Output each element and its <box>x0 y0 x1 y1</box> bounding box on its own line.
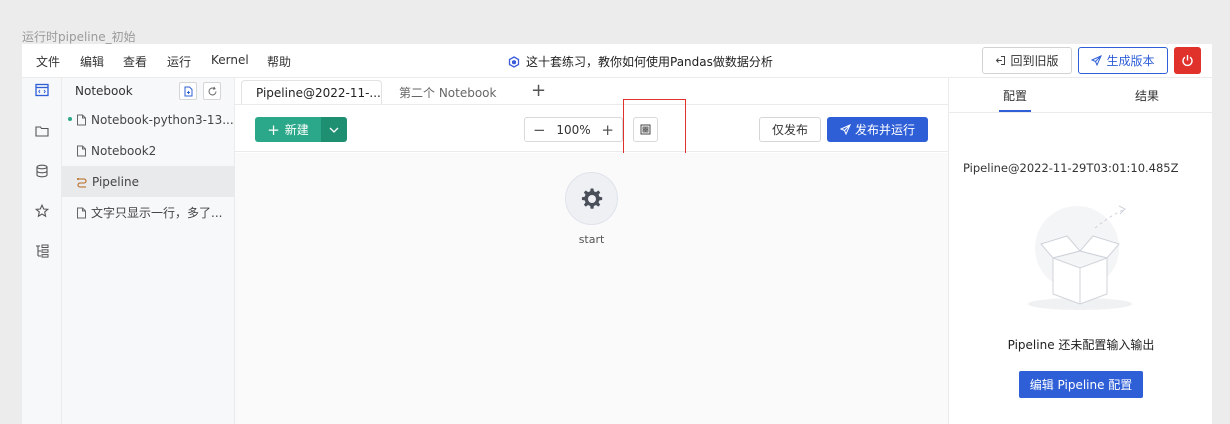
tab-second-notebook[interactable]: 第二个 Notebook <box>385 80 525 104</box>
project-title-text: 这十套练习，教你如何使用Pandas做数据分析 <box>526 55 773 69</box>
empty-box-illustration <box>1028 205 1132 310</box>
notebook-view-icon[interactable] <box>34 82 50 98</box>
file-panel: Notebook Notebook-python3-13... Notebook… <box>62 78 235 424</box>
file-item-label: 文字只显示一行，多了... <box>91 206 223 220</box>
new-file-icon <box>184 86 192 96</box>
file-item-label: Notebook2 <box>91 143 157 158</box>
refresh-button[interactable] <box>203 82 221 100</box>
file-panel-title: Notebook <box>75 84 133 98</box>
send-icon <box>1091 55 1103 66</box>
publish-and-run-label: 发布并运行 <box>854 123 915 137</box>
add-tab-button[interactable]: + <box>531 81 546 101</box>
tab-result[interactable]: 结果 <box>1081 78 1213 112</box>
refresh-icon <box>208 86 216 95</box>
tree-list-icon[interactable] <box>34 243 50 259</box>
pipeline-icon <box>77 177 87 188</box>
new-dropdown-button[interactable] <box>321 117 347 142</box>
new-button-label: 新建 <box>284 123 309 137</box>
pipeline-toolbar: + 新建 − 100% + 仅发布 发布并运行 <box>235 99 948 160</box>
generate-version-label: 生成版本 <box>1106 54 1155 68</box>
file-item-notebook2[interactable]: Notebook2 <box>62 135 235 166</box>
empty-state-text: Pipeline 还未配置输入输出 <box>1007 338 1155 352</box>
publish-and-run-button[interactable]: 发布并运行 <box>827 117 928 142</box>
tab-config[interactable]: 配置 <box>949 78 1081 112</box>
menu-file[interactable]: 文件 <box>36 53 60 70</box>
send-icon <box>839 124 851 135</box>
pipeline-canvas[interactable]: start <box>235 153 948 424</box>
chevron-down-icon <box>329 127 339 133</box>
zoom-in-button[interactable]: + <box>601 121 614 139</box>
panel-divider <box>949 112 1213 113</box>
zoom-level: 100% <box>556 122 591 137</box>
menu-edit[interactable]: 编辑 <box>80 53 104 70</box>
file-item-long-name[interactable]: 文字只显示一行，多了... <box>62 197 235 228</box>
highlight-box <box>623 99 686 160</box>
star-icon[interactable] <box>34 203 50 219</box>
exit-icon <box>996 56 1006 65</box>
app-window: 文件 编辑 查看 运行 Kernel 帮助 这十套练习，教你如何使用Pandas… <box>22 44 1213 424</box>
menu-help[interactable]: 帮助 <box>267 53 291 70</box>
publish-only-label: 仅发布 <box>771 123 808 137</box>
gear-icon <box>581 187 602 209</box>
start-node[interactable] <box>565 172 618 225</box>
generate-version-button[interactable]: 生成版本 <box>1078 47 1168 74</box>
file-icon <box>77 145 86 156</box>
menu-view[interactable]: 查看 <box>123 53 147 70</box>
project-icon <box>508 55 520 68</box>
file-item-pipeline[interactable]: Pipeline <box>62 166 235 197</box>
menu-run[interactable]: 运行 <box>167 53 191 70</box>
power-icon <box>1182 55 1193 67</box>
edit-pipeline-config-button[interactable]: 编辑 Pipeline 配置 <box>1019 371 1143 398</box>
project-title: 这十套练习，教你如何使用Pandas做数据分析 <box>508 53 773 70</box>
power-button[interactable] <box>1174 47 1201 74</box>
edit-pipeline-config-label: 编辑 Pipeline 配置 <box>1029 378 1133 392</box>
tab-pipeline-label: Pipeline@2022-11-... <box>256 85 381 100</box>
activity-bar <box>22 78 62 424</box>
tab-config-label: 配置 <box>1002 88 1027 103</box>
file-icon <box>77 207 86 218</box>
file-item-notebook-python3[interactable]: Notebook-python3-13... <box>62 104 235 135</box>
folder-icon[interactable] <box>34 123 50 139</box>
database-icon[interactable] <box>34 163 50 179</box>
tab-result-label: 结果 <box>1134 88 1159 103</box>
tab-pipeline[interactable]: Pipeline@2022-11-... <box>241 80 382 104</box>
publish-only-button[interactable]: 仅发布 <box>759 117 821 142</box>
menu-bar: 文件 编辑 查看 运行 Kernel 帮助 这十套练习，教你如何使用Pandas… <box>22 44 1212 78</box>
plus-icon: + <box>267 120 280 139</box>
pipeline-name: Pipeline@2022-11-29T03:01:10.485Z <box>963 161 1179 175</box>
editor-tabs: Pipeline@2022-11-... 第二个 Notebook + <box>235 78 948 104</box>
file-item-label: Notebook-python3-13... <box>91 112 234 127</box>
file-item-label: Pipeline <box>92 174 139 189</box>
config-panel: 配置 结果 Pipeline@2022-11-29T03:01:10.485Z … <box>948 78 1213 424</box>
tab-second-notebook-label: 第二个 Notebook <box>399 85 497 100</box>
file-panel-header: Notebook <box>62 78 235 104</box>
zoom-out-button[interactable]: − <box>533 121 546 139</box>
zoom-control: − 100% + <box>524 117 623 142</box>
file-icon <box>77 114 86 125</box>
new-file-button[interactable] <box>179 82 197 100</box>
new-button[interactable]: + 新建 <box>255 117 321 142</box>
back-to-old-version-button[interactable]: 回到旧版 <box>982 47 1072 74</box>
page-caption: 运行时pipeline_初始 <box>22 30 136 44</box>
modified-dot <box>68 117 72 121</box>
menu-kernel[interactable]: Kernel <box>211 53 249 67</box>
back-to-old-version-label: 回到旧版 <box>1010 54 1059 68</box>
start-node-label: start <box>578 233 605 246</box>
